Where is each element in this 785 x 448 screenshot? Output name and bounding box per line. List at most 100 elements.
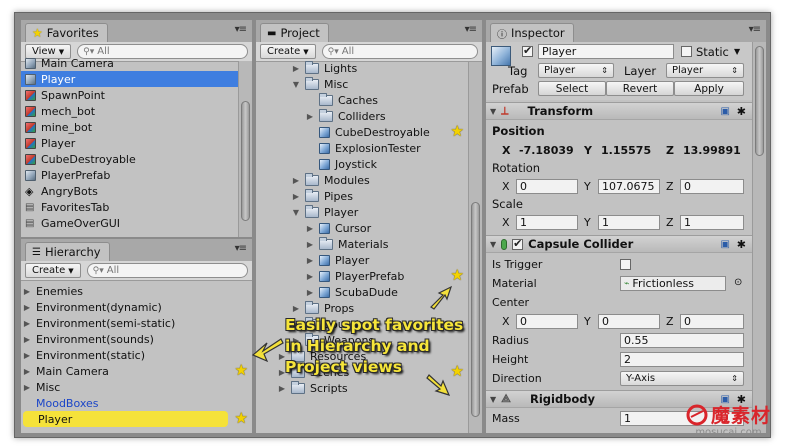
radius-field[interactable]: 0.55 bbox=[620, 333, 744, 348]
expand-arrow-icon[interactable]: ▶ bbox=[304, 256, 316, 265]
expand-arrow-icon[interactable]: ▶ bbox=[21, 367, 33, 376]
favorites-list-item[interactable]: Main Camera bbox=[21, 55, 238, 71]
panel-menu-icon[interactable]: ▾≡ bbox=[235, 243, 247, 254]
hierarchy-list-item[interactable]: MoodBoxes bbox=[21, 395, 252, 411]
center-x-field[interactable]: 0 bbox=[516, 314, 578, 329]
favorites-list-item[interactable]: ▤ GameOverGUI bbox=[21, 215, 238, 231]
rotation-x-field[interactable]: 0 bbox=[516, 179, 578, 194]
favorites-list-item[interactable]: PlayerPrefab bbox=[21, 167, 238, 183]
center-z-field[interactable]: 0 bbox=[680, 314, 744, 329]
project-list-item[interactable]: ▶ Lights bbox=[256, 60, 468, 76]
expand-arrow-icon[interactable]: ▶ bbox=[290, 64, 302, 73]
hierarchy-list-item[interactable]: ▶ Main Camera ★ bbox=[21, 363, 252, 379]
hierarchy-list-item[interactable]: ▶ Misc bbox=[21, 379, 252, 395]
expand-arrow-icon[interactable]: ▶ bbox=[21, 351, 33, 360]
project-list-item[interactable]: ▶ Colliders bbox=[256, 108, 468, 124]
scale-y-field[interactable]: 1 bbox=[598, 215, 660, 230]
expand-arrow-icon[interactable]: ▶ bbox=[21, 303, 33, 312]
hierarchy-list-item[interactable]: ▶ Environment(dynamic) bbox=[21, 299, 252, 315]
favorites-list-item[interactable]: mine_bot bbox=[21, 119, 238, 135]
expand-arrow-icon[interactable]: ▶ bbox=[21, 319, 33, 328]
height-field[interactable]: 2 bbox=[620, 352, 744, 367]
expand-arrow-icon[interactable]: ▶ bbox=[304, 112, 316, 121]
favorites-list-item[interactable]: Player bbox=[21, 71, 238, 87]
project-list-item[interactable]: Joystick bbox=[256, 156, 468, 172]
hierarchy-search-input[interactable]: ⚲▾ All bbox=[86, 263, 248, 278]
inspector-tab[interactable]: ⓘ Inspector bbox=[490, 23, 574, 42]
expand-arrow-icon[interactable]: ▶ bbox=[290, 176, 302, 185]
gear-icon[interactable]: ✱ bbox=[737, 238, 746, 251]
expand-arrow-icon[interactable]: ▶ bbox=[304, 288, 316, 297]
hierarchy-list-item[interactable]: ▶ Environment(static) bbox=[21, 347, 252, 363]
rotation-z-field[interactable]: 0 bbox=[680, 179, 744, 194]
favorites-list-item[interactable]: SpawnPoint bbox=[21, 87, 238, 103]
transform-header[interactable]: ▼ ⟂ Transform ▣ ✱ bbox=[486, 102, 752, 120]
expand-arrow-icon[interactable]: ▶ bbox=[290, 304, 302, 313]
layer-dropdown[interactable]: Player ⇕ bbox=[666, 63, 744, 78]
scale-z-field[interactable]: 1 bbox=[680, 215, 744, 230]
favorites-list-item[interactable]: CubeDestroyable bbox=[21, 151, 238, 167]
is-trigger-checkbox[interactable] bbox=[620, 259, 631, 270]
favorites-list-item[interactable]: ▤ FavoritesTab bbox=[21, 199, 238, 215]
hierarchy-list-item[interactable]: Player ★ bbox=[23, 411, 248, 427]
favorites-scrollbar[interactable] bbox=[238, 61, 252, 237]
tag-dropdown[interactable]: Player ⇕ bbox=[538, 63, 614, 78]
rotation-y-field[interactable]: 107.0675 bbox=[598, 179, 660, 194]
panel-menu-icon[interactable]: ▾≡ bbox=[235, 24, 247, 35]
panel-menu-icon[interactable]: ▾≡ bbox=[749, 24, 761, 35]
project-list-item[interactable]: ▶ PlayerPrefab ★ bbox=[256, 268, 468, 284]
project-list-item[interactable]: Caches bbox=[256, 92, 468, 108]
expand-arrow-icon[interactable]: ▶ bbox=[304, 224, 316, 233]
capsule-enabled-checkbox[interactable] bbox=[512, 237, 524, 250]
inspector-scrollbar[interactable] bbox=[752, 42, 766, 433]
expand-arrow-icon[interactable]: ▶ bbox=[290, 192, 302, 201]
help-icon[interactable]: ▣ bbox=[721, 106, 730, 117]
scroll-thumb[interactable] bbox=[755, 46, 764, 156]
position-x-field[interactable]: -7.18039 bbox=[516, 143, 578, 158]
project-list-item[interactable]: ▶ Cursor bbox=[256, 220, 468, 236]
project-tab[interactable]: ▬ Project bbox=[260, 23, 329, 42]
project-search-input[interactable]: ⚲▾ All bbox=[321, 44, 478, 59]
center-y-field[interactable]: 0 bbox=[598, 314, 660, 329]
object-picker-icon[interactable]: ⊙ bbox=[734, 277, 742, 288]
capsule-collider-header[interactable]: ▼ Capsule Collider ▣ ✱ bbox=[486, 235, 752, 253]
expand-arrow-icon[interactable]: ▶ bbox=[304, 272, 316, 281]
help-icon[interactable]: ▣ bbox=[721, 239, 730, 250]
project-list-item[interactable]: CubeDestroyable ★ bbox=[256, 124, 468, 140]
panel-menu-icon[interactable]: ▾≡ bbox=[465, 24, 477, 35]
gear-icon[interactable]: ✱ bbox=[737, 105, 746, 118]
create-dropdown[interactable]: Create ▼ bbox=[25, 263, 81, 278]
expand-arrow-icon[interactable]: ▶ bbox=[304, 240, 316, 249]
favorites-tab[interactable]: ★ Favorites bbox=[25, 23, 108, 42]
hierarchy-tab[interactable]: ☰ Hierarchy bbox=[25, 242, 110, 261]
project-list-item[interactable]: ▶ Player bbox=[256, 252, 468, 268]
apply-button[interactable]: Apply bbox=[674, 81, 744, 96]
position-z-field[interactable]: 13.99891 bbox=[680, 143, 746, 158]
hierarchy-list-item[interactable]: ▶ Environment(semi-static) bbox=[21, 315, 252, 331]
hierarchy-list-item[interactable]: ▶ Environment(sounds) bbox=[21, 331, 252, 347]
project-list-item[interactable]: ▶ Modules bbox=[256, 172, 468, 188]
static-checkbox[interactable] bbox=[681, 46, 692, 57]
chevron-down-icon[interactable]: ▼ bbox=[290, 208, 302, 217]
material-field[interactable]: ⌁ Frictionless bbox=[620, 276, 726, 291]
position-y-field[interactable]: 1.15575 bbox=[598, 143, 660, 158]
expand-arrow-icon[interactable]: ▶ bbox=[21, 287, 33, 296]
project-list-item[interactable]: ▼ Misc bbox=[256, 76, 468, 92]
object-name-field[interactable]: Player bbox=[538, 44, 674, 59]
select-button[interactable]: Select bbox=[538, 81, 606, 96]
direction-dropdown[interactable]: Y-Axis ⇕ bbox=[620, 371, 744, 386]
active-checkbox[interactable] bbox=[522, 44, 533, 57]
scale-x-field[interactable]: 1 bbox=[516, 215, 578, 230]
project-scrollbar[interactable] bbox=[468, 62, 482, 433]
favorites-list-item[interactable]: ◈ AngryBots bbox=[21, 183, 238, 199]
revert-button[interactable]: Revert bbox=[606, 81, 674, 96]
chevron-down-icon[interactable]: ▼ bbox=[734, 47, 740, 56]
scroll-thumb[interactable] bbox=[471, 202, 480, 417]
expand-arrow-icon[interactable]: ▶ bbox=[276, 384, 288, 393]
expand-arrow-icon[interactable]: ▶ bbox=[21, 335, 33, 344]
chevron-down-icon[interactable]: ▼ bbox=[290, 80, 302, 89]
favorites-list-item[interactable]: mech_bot bbox=[21, 103, 238, 119]
project-list-item[interactable]: ▶ Materials bbox=[256, 236, 468, 252]
hierarchy-list-item[interactable]: ▶ Enemies bbox=[21, 283, 252, 299]
project-list-item[interactable]: ▶ Pipes bbox=[256, 188, 468, 204]
